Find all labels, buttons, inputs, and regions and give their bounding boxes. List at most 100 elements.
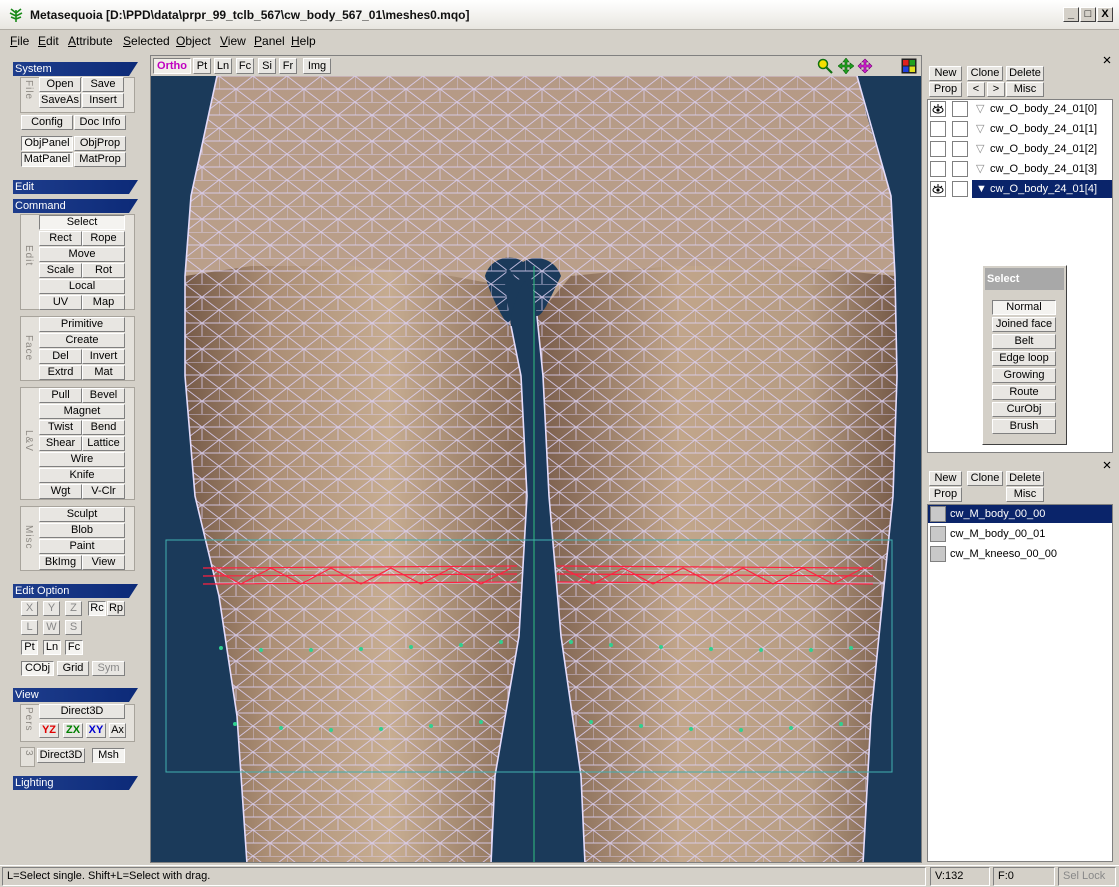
select-normal-button[interactable]: Normal [992, 300, 1056, 315]
shear-tool-button[interactable]: Shear [39, 436, 82, 451]
sel-lock-toggle[interactable]: Sel Lock [1058, 867, 1116, 886]
ortho-toggle[interactable]: Ortho [153, 58, 191, 74]
wire-tool-button[interactable]: Wire [39, 452, 125, 467]
del-tool-button[interactable]: Del [39, 349, 82, 364]
material-prop-button[interactable]: Prop [929, 487, 962, 502]
pan-icon[interactable] [838, 58, 854, 74]
vp-fc-toggle[interactable]: Fc [236, 58, 254, 74]
visibility-eye-icon[interactable] [930, 101, 946, 117]
view-yz-button[interactable]: YZ [39, 723, 59, 738]
color-palette-icon[interactable] [901, 58, 917, 74]
material-new-button[interactable]: New [929, 471, 962, 486]
lock-checkbox[interactable] [952, 101, 968, 117]
close-button[interactable]: X [1097, 7, 1113, 22]
select-growing-button[interactable]: Growing [992, 368, 1056, 383]
s-toggle[interactable]: S [65, 620, 82, 635]
w-toggle[interactable]: W [43, 620, 60, 635]
edit-header[interactable]: Edit [13, 180, 138, 194]
pull-tool-button[interactable]: Pull [39, 388, 82, 403]
local-tool-button[interactable]: Local [39, 279, 125, 294]
lock-checkbox[interactable] [952, 181, 968, 197]
lock-checkbox[interactable] [952, 121, 968, 137]
msh-button[interactable]: Msh [92, 748, 125, 763]
menu-object[interactable]: Object [176, 34, 211, 48]
bend-tool-button[interactable]: Bend [82, 420, 125, 435]
collapse-triangle-icon[interactable]: ▽ [976, 120, 984, 138]
rp-toggle[interactable]: Rp [107, 601, 125, 616]
material-clone-button[interactable]: Clone [967, 471, 1003, 486]
saveas-button[interactable]: SaveAs [39, 93, 81, 108]
minimize-button[interactable]: _ [1063, 7, 1079, 22]
direct3d-button[interactable]: Direct3D [39, 704, 125, 719]
lock-checkbox[interactable] [952, 161, 968, 177]
cobj-toggle[interactable]: CObj [21, 661, 54, 676]
extrd-tool-button[interactable]: Extrd [39, 365, 82, 380]
vclr-tool-button[interactable]: V-Clr [82, 484, 125, 499]
object-prop-button[interactable]: Prop [929, 82, 962, 97]
rope-tool-button[interactable]: Rope [82, 231, 125, 246]
material-delete-button[interactable]: Delete [1006, 471, 1044, 486]
view-zx-button[interactable]: ZX [63, 723, 83, 738]
panel-close-icon[interactable] [1102, 55, 1112, 65]
menu-file[interactable]: File [10, 34, 29, 48]
axis-x-toggle[interactable]: X [21, 601, 38, 616]
object-next-button[interactable]: > [987, 82, 1005, 97]
bevel-tool-button[interactable]: Bevel [82, 388, 125, 403]
object-row[interactable]: ▽ cw_O_body_24_01[2] [928, 140, 1112, 158]
collapse-triangle-icon[interactable]: ▽ [976, 140, 984, 158]
create-tool-button[interactable]: Create [39, 333, 125, 348]
invert-tool-button[interactable]: Invert [82, 349, 125, 364]
fc-toggle[interactable]: Fc [65, 640, 83, 655]
object-clone-button[interactable]: Clone [967, 66, 1003, 81]
select-route-button[interactable]: Route [992, 385, 1056, 400]
menu-panel[interactable]: Panel [254, 34, 285, 48]
vp-fr-toggle[interactable]: Fr [279, 58, 297, 74]
object-row[interactable]: ▽ cw_O_body_24_01[3] [928, 160, 1112, 178]
matprop-button[interactable]: MatProp [74, 152, 126, 167]
rot-tool-button[interactable]: Rot [82, 263, 125, 278]
move-tool-button[interactable]: Move [39, 247, 125, 262]
material-list[interactable]: cw_M_body_00_00 cw_M_body_00_01 cw_M_kne… [927, 504, 1113, 862]
object-prev-button[interactable]: < [967, 82, 985, 97]
rect-tool-button[interactable]: Rect [39, 231, 82, 246]
direct3d-3view-button[interactable]: Direct3D [37, 748, 85, 763]
view-ax-button[interactable]: Ax [109, 723, 126, 738]
knife-tool-button[interactable]: Knife [39, 468, 125, 483]
object-row[interactable]: ▽ cw_O_body_24_01[1] [928, 120, 1112, 138]
rotate-view-icon[interactable] [857, 58, 873, 74]
menu-view[interactable]: View [220, 34, 246, 48]
objpanel-button[interactable]: ObjPanel [21, 136, 73, 151]
mesh-render[interactable] [151, 76, 922, 863]
open-button[interactable]: Open [39, 77, 81, 92]
material-misc-button[interactable]: Misc [1006, 487, 1044, 502]
view-tool-button[interactable]: View [82, 555, 125, 570]
l-toggle[interactable]: L [21, 620, 38, 635]
menu-help[interactable]: Help [291, 34, 316, 48]
lock-checkbox[interactable] [952, 141, 968, 157]
lattice-tool-button[interactable]: Lattice [82, 436, 125, 451]
mat-tool-button[interactable]: Mat [82, 365, 125, 380]
wgt-tool-button[interactable]: Wgt [39, 484, 82, 499]
primitive-tool-button[interactable]: Primitive [39, 317, 125, 332]
rc-toggle[interactable]: Rc [88, 601, 106, 616]
object-row[interactable]: ▽ cw_O_body_24_01[0] [928, 100, 1112, 118]
menu-selected[interactable]: Selected [123, 34, 170, 48]
menu-attribute[interactable]: Attribute [68, 34, 113, 48]
scale-tool-button[interactable]: Scale [39, 263, 82, 278]
vp-ln-toggle[interactable]: Ln [214, 58, 232, 74]
lighting-header[interactable]: Lighting [13, 776, 138, 790]
vp-pt-toggle[interactable]: Pt [193, 58, 211, 74]
zoom-icon[interactable] [817, 58, 833, 74]
view-xy-button[interactable]: XY [86, 723, 106, 738]
maximize-button[interactable]: □ [1080, 7, 1096, 22]
edit-option-header[interactable]: Edit Option [13, 584, 138, 598]
select-belt-button[interactable]: Belt [992, 334, 1056, 349]
vp-si-toggle[interactable]: Si [258, 58, 276, 74]
object-row-selected[interactable]: ▼ cw_O_body_24_01[4] [928, 180, 1112, 198]
material-row[interactable]: cw_M_body_00_01 [928, 525, 1112, 543]
view-header[interactable]: View [13, 688, 138, 702]
select-joined-face-button[interactable]: Joined face [992, 317, 1056, 332]
visibility-checkbox[interactable] [930, 121, 946, 137]
select-edge-loop-button[interactable]: Edge loop [992, 351, 1056, 366]
bkimg-tool-button[interactable]: BkImg [39, 555, 82, 570]
